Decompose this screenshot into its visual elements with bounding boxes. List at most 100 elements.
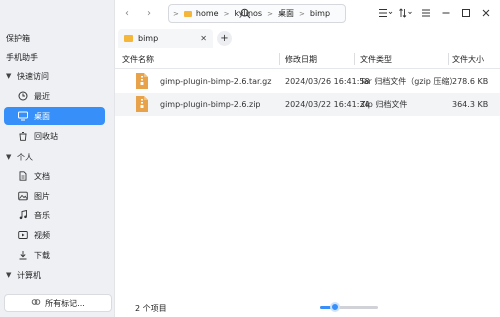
sidebar-item-label: 最近 <box>34 91 50 101</box>
sidebar-group-label: 快速访问 <box>17 71 49 81</box>
video-icon <box>18 230 28 240</box>
column-name[interactable]: 文件名称 <box>122 49 154 69</box>
tab-bar: bimp ✕ + <box>115 27 500 49</box>
sidebar-group-computer[interactable]: ▼ 计算机 <box>0 266 115 284</box>
plus-icon: + <box>220 33 229 44</box>
sidebar: 保护箱 手机助手 ▼ 快速访问 最近 桌面 回收站 ▼ 个人 文档 图片 音乐 … <box>0 0 115 317</box>
trash-icon <box>18 131 28 141</box>
file-size: 278.6 KB <box>452 77 489 86</box>
breadcrumb-home[interactable]: home <box>181 9 222 18</box>
column-label: 文件类型 <box>360 54 392 64</box>
search-icon <box>240 8 251 21</box>
chevron-right-icon: > <box>173 9 179 18</box>
chevron-down-icon: ▼ <box>6 271 12 279</box>
minimize-icon <box>441 8 451 20</box>
music-icon <box>18 210 28 220</box>
sidebar-item-downloads[interactable]: 下载 <box>0 246 115 264</box>
tab-bimp[interactable]: bimp ✕ <box>118 29 213 48</box>
view-mode-button[interactable] <box>376 4 396 24</box>
tab-label: bimp <box>138 34 159 43</box>
sidebar-item-label: 回收站 <box>34 131 58 141</box>
sidebar-group-label: 个人 <box>17 152 33 162</box>
sidebar-item-label: 图片 <box>34 191 50 201</box>
file-type: Tar 归档文件（gzip 压缩） <box>360 77 458 86</box>
chevron-right-icon: > <box>267 9 273 18</box>
chevron-down-icon: ▼ <box>6 153 12 161</box>
column-label: 文件大小 <box>452 54 484 64</box>
search-button[interactable] <box>235 4 255 24</box>
sidebar-item-desktop[interactable]: 桌面 <box>4 107 105 125</box>
sidebar-item-label: 文档 <box>34 171 50 181</box>
breadcrumb-label: home <box>195 9 219 18</box>
sidebar-item-vault[interactable]: 保护箱 <box>0 29 115 47</box>
sidebar-group-personal[interactable]: ▼ 个人 <box>0 148 115 166</box>
file-type: Zip 归档文件 <box>360 100 408 109</box>
close-tab-button[interactable]: ✕ <box>200 34 207 43</box>
sidebar-item-label: 视频 <box>34 230 50 240</box>
breadcrumb[interactable]: > home > kylinos > 桌面 > bimp <box>168 4 346 23</box>
column-modified[interactable]: 修改日期 <box>285 49 317 69</box>
all-tags-label: 所有标记... <box>45 298 85 308</box>
toolbar: ‹ › > home > kylinos > 桌面 > bimp <box>115 0 500 27</box>
folder-icon <box>183 10 192 17</box>
chevron-right-icon: > <box>298 9 305 18</box>
folder-icon <box>124 35 133 42</box>
all-tags-button[interactable]: 所有标记... <box>4 294 112 312</box>
archive-file-icon <box>136 96 148 112</box>
document-icon <box>18 171 28 181</box>
zoom-slider[interactable] <box>320 302 378 312</box>
sort-button[interactable] <box>396 4 416 24</box>
sidebar-item-recent[interactable]: 最近 <box>0 87 115 105</box>
column-divider[interactable] <box>448 53 449 65</box>
zoom-slider-handle[interactable] <box>329 302 340 312</box>
forward-button[interactable]: › <box>141 5 157 21</box>
window-controls <box>376 0 500 27</box>
sort-icon <box>399 7 413 20</box>
maximize-button[interactable] <box>456 4 476 24</box>
minimize-button[interactable] <box>436 4 456 24</box>
file-modified: 2024/03/22 16:41:34 <box>285 100 370 109</box>
sidebar-item-phone-assistant[interactable]: 手机助手 <box>0 48 115 66</box>
close-icon <box>481 8 491 20</box>
sidebar-group-quick-access[interactable]: ▼ 快速访问 <box>0 67 115 85</box>
sidebar-item-music[interactable]: 音乐 <box>0 206 115 224</box>
status-bar: 2 个项目 <box>115 299 500 317</box>
maximize-icon <box>461 8 471 20</box>
clock-icon <box>18 91 28 101</box>
download-icon <box>18 250 28 260</box>
chevron-right-icon: › <box>147 7 151 19</box>
sidebar-item-label: 保护箱 <box>6 33 30 43</box>
sidebar-item-videos[interactable]: 视频 <box>0 226 115 244</box>
back-button[interactable]: ‹ <box>119 5 135 21</box>
sidebar-item-documents[interactable]: 文档 <box>0 167 115 185</box>
column-divider[interactable] <box>354 53 355 65</box>
sidebar-item-pictures[interactable]: 图片 <box>0 187 115 205</box>
image-icon <box>18 191 28 201</box>
sidebar-item-label: 手机助手 <box>6 52 38 62</box>
column-size[interactable]: 文件大小 <box>452 49 484 69</box>
menu-icon <box>421 8 431 20</box>
new-tab-button[interactable]: + <box>217 31 232 46</box>
file-name: gimp-plugin-bimp-2.6.tar.gz <box>160 77 272 86</box>
column-type[interactable]: 文件类型 <box>360 49 392 69</box>
column-divider[interactable] <box>279 53 280 65</box>
item-count: 2 个项目 <box>135 303 167 313</box>
sidebar-item-label: 桌面 <box>34 111 50 121</box>
breadcrumb-label: 桌面 <box>277 9 294 18</box>
file-size: 364.3 KB <box>452 100 489 109</box>
sidebar-item-label: 下载 <box>34 250 50 260</box>
table-row[interactable]: gimp-plugin-bimp-2.6.tar.gz 2024/03/26 1… <box>115 70 500 93</box>
sidebar-group-label: 计算机 <box>17 270 41 280</box>
breadcrumb-desktop[interactable]: 桌面 <box>275 8 297 19</box>
tag-icon <box>31 297 41 309</box>
chevron-right-icon: > <box>223 9 230 18</box>
menu-button[interactable] <box>416 4 436 24</box>
table-row[interactable]: gimp-plugin-bimp-2.6.zip 2024/03/22 16:4… <box>115 93 500 116</box>
sidebar-item-trash[interactable]: 回收站 <box>0 127 115 145</box>
desktop-icon <box>18 111 28 121</box>
close-button[interactable] <box>476 4 496 24</box>
sidebar-item-label: 音乐 <box>34 210 50 220</box>
breadcrumb-bimp[interactable]: bimp <box>307 9 333 18</box>
chevron-left-icon: ‹ <box>125 7 129 19</box>
file-name: gimp-plugin-bimp-2.6.zip <box>160 100 261 109</box>
